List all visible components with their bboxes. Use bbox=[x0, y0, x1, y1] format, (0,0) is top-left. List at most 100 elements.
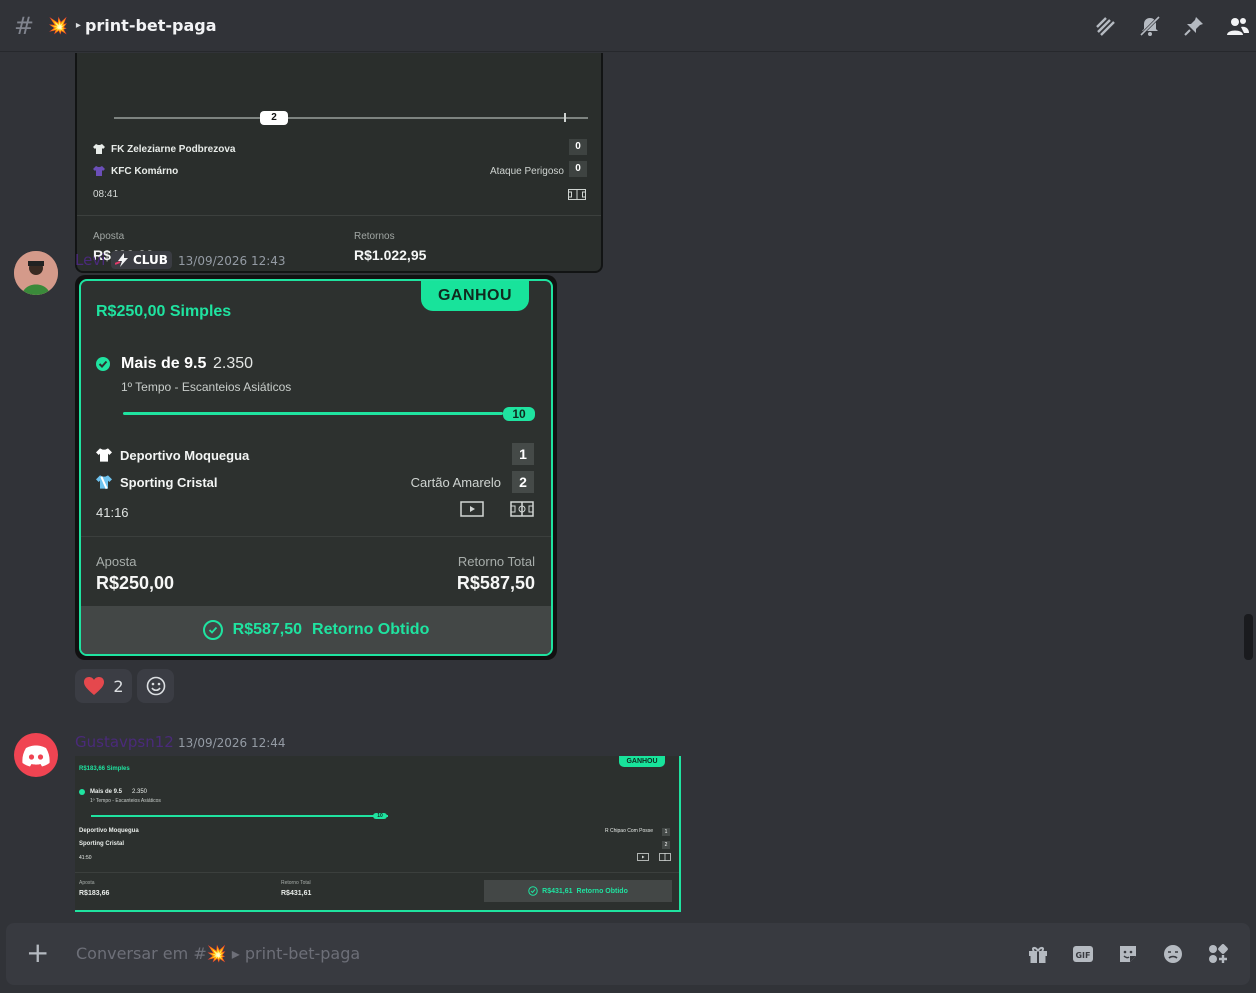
match-clock: 41:50 bbox=[79, 855, 92, 861]
add-reaction-button[interactable] bbox=[137, 669, 174, 703]
message-list[interactable]: 2 FK Zeleziarne Podbrezova 0 KFC Komárno… bbox=[0, 53, 1256, 921]
team-score: 2 bbox=[512, 471, 534, 493]
svg-text:GIF: GIF bbox=[1075, 951, 1090, 960]
gift-icon[interactable] bbox=[1026, 942, 1050, 966]
channel-name: print-bet-paga bbox=[84, 16, 217, 35]
return-obtained-bar: R$587,50 Retorno Obtido bbox=[81, 606, 551, 654]
market-name: Mais de 9.5 bbox=[121, 355, 207, 372]
event-text: Cartão Amarelo bbox=[410, 475, 501, 490]
message-timestamp: 13/09/2026 12:43 bbox=[178, 254, 286, 268]
pin-icon[interactable] bbox=[1182, 14, 1206, 38]
author-name[interactable]: Levi bbox=[75, 251, 105, 269]
team-name: Deportivo Moquegua bbox=[120, 447, 250, 463]
reaction-heart[interactable]: 2 bbox=[75, 669, 132, 703]
market-subtitle: 1º Tempo - Escanteios Asiáticos bbox=[121, 380, 292, 394]
author-name[interactable]: Gustavpsn12 bbox=[75, 733, 174, 751]
return-obtained-amount: R$587,50 bbox=[232, 621, 303, 638]
live-stream-icon bbox=[637, 853, 649, 861]
divider bbox=[75, 872, 679, 873]
team-name: Sporting Cristal bbox=[120, 474, 218, 490]
progress-pill: 10 bbox=[373, 813, 387, 819]
return-label: Retornos bbox=[354, 231, 395, 242]
market-name: Mais de 9.5 bbox=[90, 789, 123, 795]
pitch-icon[interactable] bbox=[510, 501, 534, 517]
discord-logo-icon bbox=[22, 745, 50, 767]
status-badge: GANHOU bbox=[619, 756, 665, 767]
channel-header: # 💥 ▸ print-bet-paga bbox=[0, 0, 1256, 52]
return-value: R$1.022,95 bbox=[354, 247, 427, 263]
badge-label: CLUB bbox=[133, 253, 168, 267]
attach-plus-icon[interactable]: + bbox=[26, 939, 49, 967]
team-row-home: Deportivo Moquegua bbox=[96, 447, 249, 463]
check-circle-icon bbox=[202, 620, 223, 640]
event-text: R Chipao Com Posse bbox=[605, 828, 654, 834]
progress-end-tick bbox=[564, 113, 566, 122]
team-row-away: Sporting Cristal bbox=[96, 474, 218, 490]
lightning-icon bbox=[115, 253, 128, 267]
avatar[interactable] bbox=[14, 733, 58, 777]
apps-icon[interactable] bbox=[1206, 942, 1230, 966]
mute-notifications-icon[interactable] bbox=[1138, 14, 1162, 38]
pitch-icon bbox=[659, 853, 671, 861]
team-score: 0 bbox=[569, 139, 587, 155]
return-value: R$431,61 bbox=[281, 890, 312, 897]
emoji-icon[interactable] bbox=[1161, 942, 1185, 966]
team-row-home: FK Zeleziarne Podbrezova bbox=[93, 143, 235, 155]
return-obtained-text: Retorno Obtido bbox=[576, 887, 628, 895]
heart-icon bbox=[84, 677, 105, 695]
divider bbox=[81, 536, 551, 537]
threads-icon[interactable] bbox=[1094, 14, 1118, 38]
match-clock: 08:41 bbox=[93, 189, 119, 200]
market-odd: 2.350 bbox=[213, 355, 254, 372]
return-obtained-text: Retorno Obtido bbox=[312, 621, 430, 638]
composer-toolbar: GIF bbox=[1026, 942, 1230, 966]
gif-icon[interactable]: GIF bbox=[1071, 942, 1095, 966]
check-icon bbox=[79, 789, 85, 795]
pitch-icon bbox=[568, 189, 586, 200]
team-score: 0 bbox=[569, 161, 587, 177]
bet-card[interactable]: GANHOU R$250,00 Simples Mais de 9.5 2.35… bbox=[75, 275, 557, 660]
return-label: Retorno Total bbox=[281, 880, 311, 886]
reaction-count: 2 bbox=[113, 676, 124, 696]
team-name: KFC Komárno bbox=[111, 165, 179, 177]
message-timestamp: 13/09/2026 12:44 bbox=[178, 736, 286, 750]
shirt-icon bbox=[93, 144, 105, 154]
return-obtained-amount: R$431,61 bbox=[542, 887, 573, 895]
progress-bar bbox=[123, 412, 503, 415]
live-stream-icon[interactable] bbox=[460, 501, 484, 517]
channel-hash-icon: # bbox=[14, 11, 35, 40]
message-composer: + Conversar em #💥 ▸ print-bet-paga GIF bbox=[6, 923, 1250, 985]
bet-title: R$250,00 Simples bbox=[96, 303, 232, 320]
stake-value: R$183,66 bbox=[79, 890, 110, 897]
team-score: 1 bbox=[662, 828, 670, 836]
stake-value: R$250,00 bbox=[96, 573, 175, 593]
members-icon[interactable] bbox=[1226, 14, 1250, 38]
channel-emoji: 💥 bbox=[48, 16, 68, 35]
progress-bar bbox=[91, 815, 388, 817]
event-text: Ataque Perigoso bbox=[490, 166, 564, 177]
shirt-icon bbox=[96, 448, 112, 462]
header-toolbar bbox=[1094, 14, 1250, 38]
scrollbar-thumb[interactable] bbox=[1244, 614, 1253, 660]
bet-title: R$183,66 Simples bbox=[79, 766, 130, 772]
return-obtained-bar: R$431,61 Retorno Obtido bbox=[484, 880, 672, 902]
avatar-image bbox=[14, 251, 58, 295]
avatar[interactable] bbox=[14, 251, 58, 295]
message-input[interactable]: Conversar em #💥 ▸ print-bet-paga bbox=[76, 944, 360, 963]
channel-arrow: ▸ bbox=[75, 20, 81, 31]
bet-card-previous[interactable]: 2 FK Zeleziarne Podbrezova 0 KFC Komárno… bbox=[75, 53, 603, 273]
return-value: R$587,50 bbox=[456, 573, 535, 593]
team-score: 2 bbox=[662, 841, 670, 849]
check-circle-icon bbox=[528, 886, 538, 896]
sticker-icon[interactable] bbox=[1116, 942, 1140, 966]
market-odd: 2.350 bbox=[132, 789, 148, 795]
bet-card-image[interactable]: GANHOU R$183,66 Simples Mais de 9.5 2.35… bbox=[75, 756, 681, 912]
return-label: Retorno Total bbox=[457, 554, 535, 569]
bet-card-body: GANHOU R$250,00 Simples Mais de 9.5 2.35… bbox=[79, 279, 553, 656]
stake-label: Aposta bbox=[93, 231, 125, 242]
stake-label: Aposta bbox=[79, 880, 95, 886]
market-subtitle: 1º Tempo - Escanteios Asiáticos bbox=[90, 798, 161, 804]
team-name-away: Sporting Cristal bbox=[79, 841, 125, 847]
progress-pill: 10 bbox=[503, 407, 535, 421]
shirt-icon bbox=[93, 166, 105, 176]
